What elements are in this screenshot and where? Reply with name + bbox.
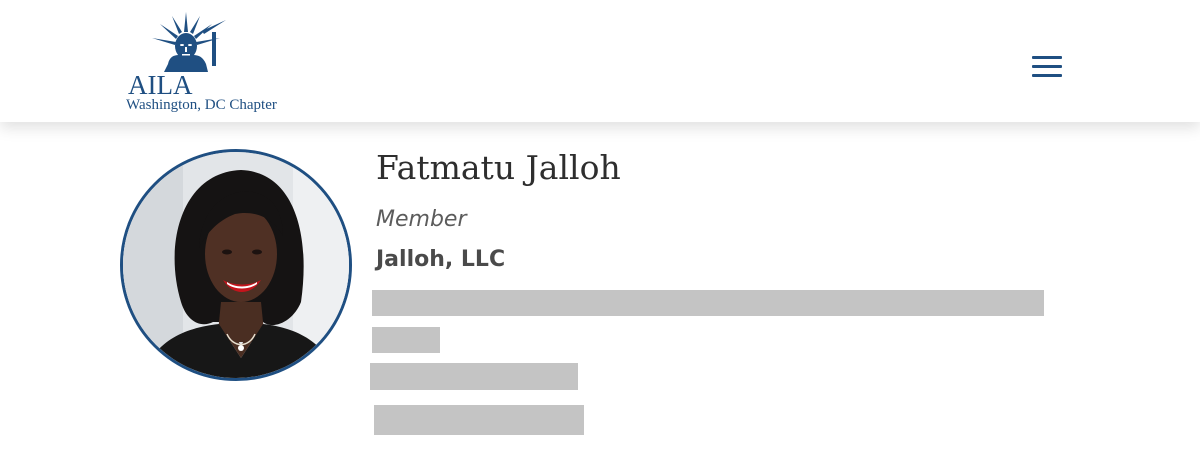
menu-bar — [1032, 65, 1062, 68]
profile-photo — [120, 149, 352, 381]
redacted-phone — [370, 363, 578, 390]
redacted-text-fragment — [1040, 290, 1048, 314]
hamburger-menu-icon[interactable] — [1030, 52, 1064, 80]
logo-wordmark: AILA — [128, 70, 193, 100]
aila-logo[interactable]: AILA Washington, DC Chapter — [124, 10, 294, 116]
redacted-email — [374, 405, 584, 435]
redacted-address — [372, 290, 1044, 316]
logo-subtitle: Washington, DC Chapter — [126, 97, 277, 113]
site-header: AILA Washington, DC Chapter — [0, 0, 1200, 122]
profile-role: Member — [376, 207, 467, 232]
redacted-city — [372, 327, 440, 353]
profile-company: Jalloh, LLC — [376, 247, 506, 272]
profile-photo-image — [123, 152, 349, 378]
menu-bar — [1032, 74, 1062, 77]
menu-bar — [1032, 56, 1062, 59]
profile-name: Fatmatu Jalloh — [376, 148, 621, 187]
